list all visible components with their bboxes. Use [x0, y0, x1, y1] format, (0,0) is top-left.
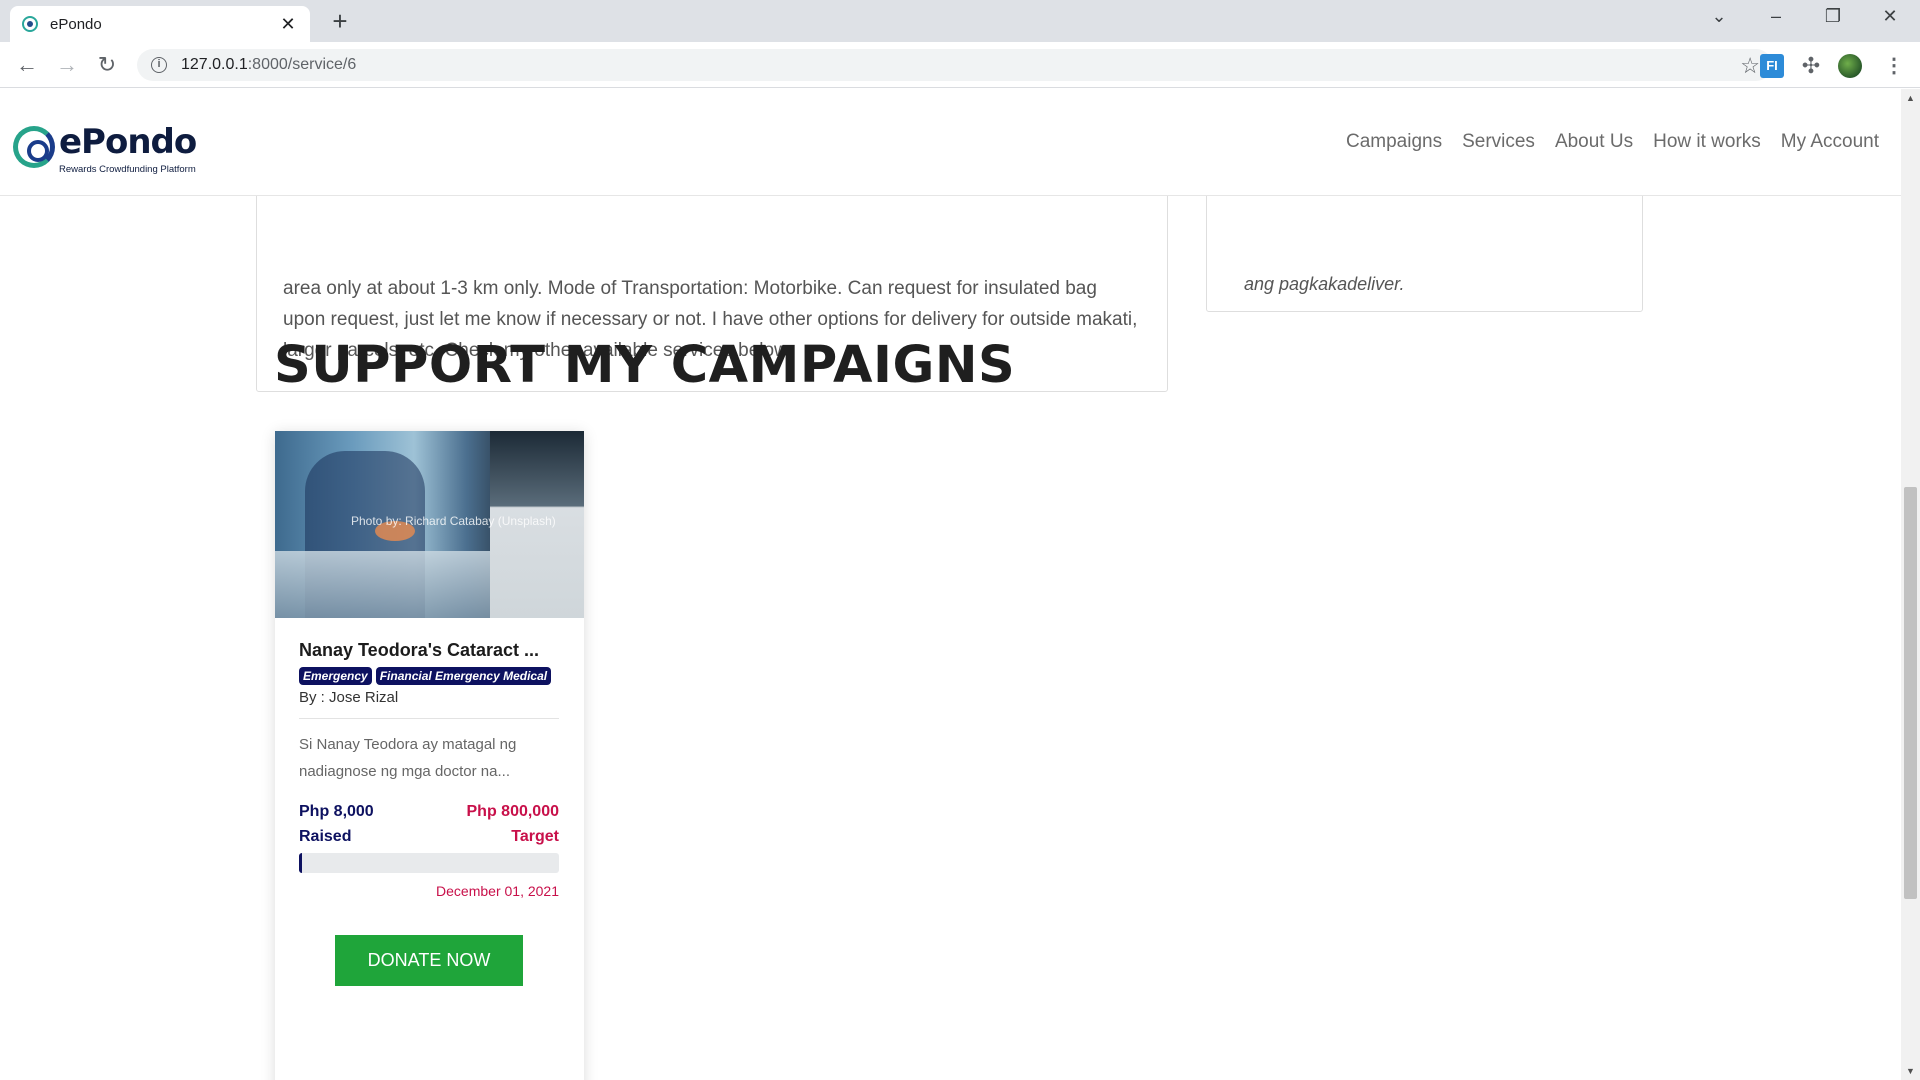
campaign-card[interactable]: Photo by: Richard Catabay (Unsplash) Nan…: [275, 431, 584, 1080]
extension-fi-icon[interactable]: FI: [1760, 54, 1784, 78]
photo-credit: Photo by: Richard Catabay (Unsplash): [351, 514, 556, 528]
reload-icon[interactable]: ↻: [92, 51, 122, 79]
back-icon[interactable]: ←: [12, 51, 42, 79]
tab-title: ePondo: [50, 15, 102, 33]
close-tab-icon[interactable]: ✕: [278, 14, 298, 35]
funding-progress-bar: [299, 853, 559, 873]
browser-menu-icon[interactable]: ⋮: [1882, 54, 1906, 78]
donate-now-button[interactable]: DONATE NOW: [335, 935, 523, 986]
logo-text: ePondo: [59, 122, 197, 162]
campaign-title[interactable]: Nanay Teodora's Cataract ...: [299, 640, 574, 661]
scroll-up-icon[interactable]: ▲: [1906, 93, 1915, 103]
nav-my-account[interactable]: My Account: [1781, 131, 1879, 153]
site-logo[interactable]: ePondo Rewards Crowdfunding Platform: [13, 122, 203, 175]
tag-emergency: Emergency: [299, 667, 372, 685]
target-amount: Php 800,000: [466, 803, 560, 820]
target-block: Php 800,000 Target: [467, 799, 560, 849]
section-title: SUPPORT MY CAMPAIGNS: [274, 336, 1016, 395]
campaign-image[interactable]: Photo by: Richard Catabay (Unsplash): [275, 431, 584, 618]
minimize-icon[interactable]: –: [1756, 6, 1796, 27]
tag-financial-emergency-medical: Financial Emergency Medical: [375, 667, 552, 685]
profile-avatar[interactable]: [1838, 54, 1862, 78]
page-scrollbar[interactable]: ▲ ▼: [1901, 89, 1920, 1080]
scrollbar-thumb[interactable]: [1904, 487, 1917, 899]
address-bar[interactable]: i 127.0.0.1:8000/service/6 ☆: [137, 49, 1772, 81]
campaign-description: Si Nanay Teodora ay matagal ng nadiagnos…: [299, 736, 517, 780]
nav-how-it-works[interactable]: How it works: [1653, 131, 1761, 153]
browser-tab[interactable]: ePondo ✕: [10, 6, 310, 42]
campaign-date: December 01, 2021: [436, 883, 559, 899]
funding-progress-fill: [299, 853, 302, 873]
new-tab-icon[interactable]: +: [326, 8, 354, 34]
site-header: ePondo Rewards Crowdfunding Platform Cam…: [0, 89, 1901, 196]
card-divider: [299, 718, 559, 719]
url-host: 127.0.0.1: [181, 56, 248, 73]
browser-toolbar: ← → ↻ i 127.0.0.1:8000/service/6 ☆ FI ✣ …: [0, 42, 1920, 88]
restore-icon[interactable]: ❐: [1813, 6, 1853, 27]
bookmark-star-icon[interactable]: ☆: [1740, 53, 1760, 79]
nav-services[interactable]: Services: [1462, 131, 1535, 153]
page-viewport: area only at about 1-3 km only. Mode of …: [0, 89, 1920, 1080]
close-window-icon[interactable]: ✕: [1870, 6, 1910, 27]
logo-tagline: Rewards Crowdfunding Platform: [59, 164, 196, 175]
site-info-icon[interactable]: i: [151, 57, 167, 73]
url-path: :8000/service/6: [247, 56, 357, 73]
campaign-author: By : Jose Rizal: [299, 689, 399, 706]
side-card-text: ang pagkakadeliver.: [1244, 274, 1405, 294]
scroll-down-icon[interactable]: ▼: [1906, 1066, 1915, 1076]
site-favicon-icon: [22, 16, 38, 32]
campaign-tags: Emergency Financial Emergency Medical: [299, 667, 552, 685]
raised-block: Php 8,000 Raised: [299, 799, 374, 849]
raised-amount: Php 8,000: [299, 803, 374, 820]
logo-mark-icon: [13, 126, 55, 168]
nav-campaigns[interactable]: Campaigns: [1346, 131, 1442, 153]
extensions-puzzle-icon[interactable]: ✣: [1799, 54, 1823, 78]
nav-about-us[interactable]: About Us: [1555, 131, 1633, 153]
tab-search-icon[interactable]: ⌄: [1699, 6, 1739, 27]
browser-tab-bar: ePondo ✕ + ⌄ – ❐ ✕: [0, 0, 1920, 42]
raised-label: Raised: [299, 828, 352, 845]
main-nav: Campaigns Services About Us How it works…: [1346, 131, 1879, 153]
forward-icon[interactable]: →: [52, 51, 82, 79]
target-label: Target: [511, 828, 559, 845]
